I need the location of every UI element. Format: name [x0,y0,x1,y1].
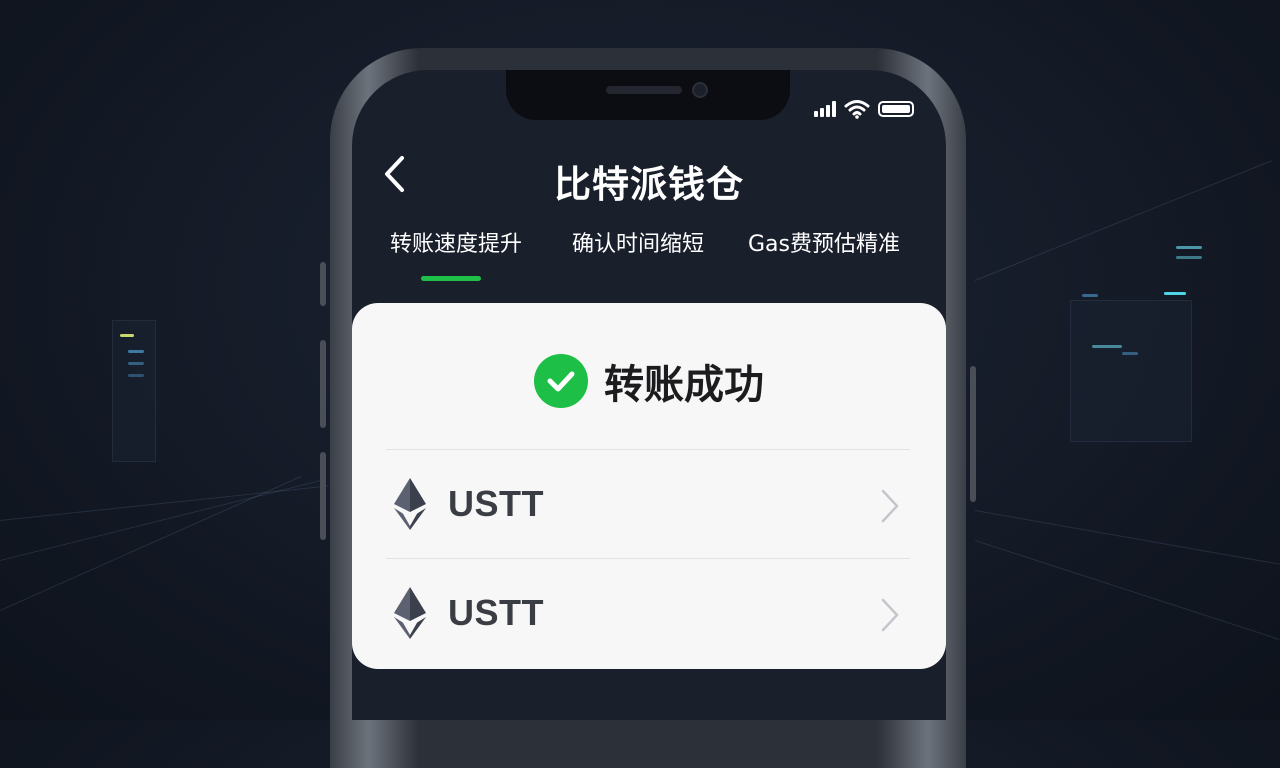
tab-bar: 转账速度提升 确认时间缩短 Gas费预估精准 [352,226,946,282]
token-row[interactable]: USTT [386,450,910,558]
phone-notch [506,70,790,120]
success-message: 转账成功 [604,362,764,408]
signal-icon [814,101,836,117]
result-card: 转账成功 USTT USTT [352,303,946,669]
tab-transfer-speed[interactable]: 转账速度提升 [390,226,522,258]
check-circle-icon [534,354,588,408]
ethereum-icon [394,587,426,639]
phone-screen: 比特派钱仓 转账速度提升 确认时间缩短 Gas费预估精准 转账成功 USTT U… [352,70,946,720]
chevron-right-icon [881,489,899,523]
token-name: USTT [448,592,544,633]
phone-side-button [320,340,326,428]
phone-side-button [320,452,326,540]
navigation-bar: 比特派钱仓 [352,142,946,206]
success-header: 转账成功 [352,351,946,411]
tab-gas-estimate[interactable]: Gas费预估精准 [748,226,900,258]
token-row[interactable]: USTT [386,559,910,667]
token-name: USTT [448,483,544,524]
active-tab-indicator [421,276,481,281]
battery-icon [878,101,914,117]
wifi-icon [844,100,870,119]
phone-side-button [970,366,976,502]
tab-confirm-time[interactable]: 确认时间缩短 [572,226,704,258]
phone-side-button [320,262,326,306]
ethereum-icon [394,478,426,530]
earpiece-speaker [606,86,682,94]
front-camera [692,82,708,98]
page-title: 比特派钱仓 [554,163,744,206]
status-bar [814,98,914,120]
chevron-right-icon [881,598,899,632]
